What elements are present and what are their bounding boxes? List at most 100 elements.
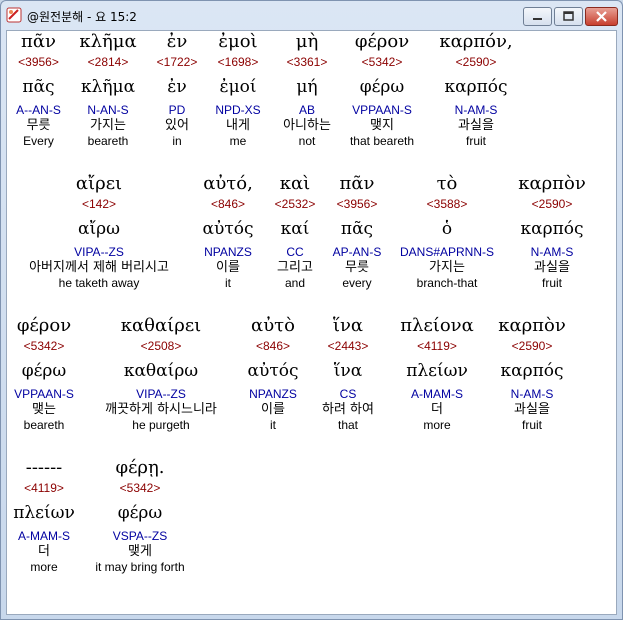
parse-code: VSPA--ZS bbox=[112, 529, 168, 543]
korean-gloss: 하려 하여 bbox=[322, 402, 374, 417]
parse-code: A-MAM-S bbox=[411, 387, 463, 401]
greek-word: καρπὸν bbox=[518, 173, 586, 194]
minimize-button[interactable] bbox=[523, 7, 552, 26]
word-block[interactable]: αὐτὸ <846> αὐτός NPANZS 이를 it bbox=[242, 315, 304, 432]
lemma: καρπός bbox=[444, 77, 508, 97]
greek-word: τὸ bbox=[436, 173, 458, 194]
english-gloss: he taketh away bbox=[58, 276, 140, 290]
word-block[interactable]: ἐμοὶ <1698> ἐμοί NPD-XS 내게 me bbox=[208, 31, 268, 148]
strong-number: <5342> bbox=[119, 481, 161, 495]
english-gloss: more bbox=[423, 418, 451, 432]
parse-code: AP-AN-S bbox=[332, 245, 382, 259]
greek-word: κλῆμα bbox=[79, 31, 137, 52]
lemma: φέρω bbox=[117, 503, 163, 523]
strong-number: <2532> bbox=[274, 197, 316, 211]
english-gloss: in bbox=[172, 134, 182, 148]
greek-word: αὐτό, bbox=[203, 173, 253, 194]
greek-word: φέρον bbox=[16, 315, 72, 336]
lemma: καί bbox=[280, 219, 310, 239]
english-gloss: beareth bbox=[23, 418, 65, 432]
word-block[interactable]: καρπόν, <2590> καρπός N-AM-S 과실을 fruit bbox=[431, 31, 521, 148]
close-button[interactable] bbox=[585, 7, 618, 26]
strong-number: <5342> bbox=[23, 339, 65, 353]
minimize-icon bbox=[533, 18, 542, 20]
english-gloss: that beareth bbox=[349, 134, 415, 148]
english-gloss: Every bbox=[23, 134, 54, 148]
parse-code: N-AM-S bbox=[454, 103, 498, 117]
word-block[interactable]: πλείονα <4119> πλείων A-MAM-S 더 more bbox=[391, 315, 483, 432]
strong-number: <2590> bbox=[511, 339, 553, 353]
korean-gloss: 무릇 bbox=[26, 118, 51, 133]
english-gloss: he purgeth bbox=[132, 418, 190, 432]
analysis-panel: πᾶν <3956> πᾶς A--AN-S 무릇 Every κλῆμα <2… bbox=[6, 30, 617, 615]
word-block[interactable]: τὸ <3588> ὁ DANS#APRNN-S 가지는 branch-that bbox=[392, 173, 502, 290]
greek-word: αὐτὸ bbox=[251, 315, 295, 336]
lemma: καθαίρω bbox=[123, 361, 199, 381]
korean-gloss: 아니하는 bbox=[283, 118, 331, 133]
word-block[interactable]: καρπὸν <2590> καρπός N-AM-S 과실을 fruit bbox=[507, 173, 597, 290]
english-gloss: it bbox=[225, 276, 231, 290]
parse-code: N-AN-S bbox=[87, 103, 129, 117]
word-block[interactable]: φέρον <5342> φέρω VPPAAN-S 맺는 beareth bbox=[7, 315, 81, 432]
greek-word: ------ bbox=[25, 457, 63, 478]
korean-gloss: 이를 bbox=[261, 402, 285, 417]
word-block[interactable]: πᾶν <3956> πᾶς A--AN-S 무릇 Every bbox=[7, 31, 70, 174]
strong-number: <2814> bbox=[87, 55, 129, 69]
parse-code: VPPAAN-S bbox=[352, 103, 412, 117]
greek-word: καρπὸν bbox=[498, 315, 566, 336]
english-gloss: it bbox=[270, 418, 276, 432]
parse-code: PD bbox=[168, 103, 186, 117]
korean-gloss: 그리고 bbox=[277, 260, 313, 275]
word-block[interactable]: ἐν <1722> ἐν PD 있어 in bbox=[151, 31, 203, 148]
parse-code: VPPAAN-S bbox=[14, 387, 74, 401]
word-block[interactable]: μὴ <3361> μή AB 아니하는 not bbox=[273, 31, 341, 148]
lemma: αὐτός bbox=[247, 361, 299, 381]
maximize-button[interactable] bbox=[554, 7, 583, 26]
english-gloss: and bbox=[284, 276, 306, 290]
word-block[interactable]: αὐτό, <846> αὐτός NPANZS 이를 it bbox=[195, 173, 261, 290]
strong-number: <2508> bbox=[140, 339, 182, 353]
lemma: αἴρω bbox=[77, 219, 120, 239]
word-block[interactable]: αἴρει <142> αἴρω VIPA--ZS 아버지께서 제해 버리시고 … bbox=[9, 173, 189, 290]
word-block[interactable]: ------ <4119> πλείων A-MAM-S 더 more bbox=[7, 457, 81, 574]
maximize-icon bbox=[563, 11, 574, 21]
word-block[interactable]: καθαίρει <2508> καθαίρω VIPA--ZS 깨끗하게 하시… bbox=[91, 315, 231, 432]
lemma: πλείων bbox=[406, 361, 468, 381]
parse-code: A-MAM-S bbox=[18, 529, 70, 543]
lemma: ἵνα bbox=[333, 361, 363, 381]
lemma: καρπός bbox=[520, 219, 584, 239]
title-bar[interactable]: @원전분해 - 요 15:2 bbox=[1, 1, 622, 31]
parse-code: NPANZS bbox=[249, 387, 297, 401]
word-block[interactable]: πᾶν <3956> πᾶς AP-AN-S 무릇 every bbox=[327, 173, 387, 290]
strong-number: <3956> bbox=[18, 55, 59, 69]
word-block[interactable]: φέρον <5342> φέρω VPPAAN-S 맺지 that beare… bbox=[345, 31, 419, 148]
window-title: @원전분해 - 요 15:2 bbox=[27, 10, 137, 24]
lemma: ἐν bbox=[167, 77, 187, 97]
strong-number: <3956> bbox=[336, 197, 378, 211]
english-gloss: branch-that bbox=[416, 276, 478, 290]
english-gloss: fruit bbox=[521, 418, 542, 432]
english-gloss: fruit bbox=[541, 276, 562, 290]
strong-number: <142> bbox=[81, 197, 117, 211]
greek-word: μὴ bbox=[295, 31, 319, 52]
word-block[interactable]: κλῆμα <2814> κλῆμα N-AN-S 가지는 beareth bbox=[73, 31, 143, 148]
greek-word: πλείονα bbox=[400, 315, 474, 336]
korean-gloss: 과실을 bbox=[514, 402, 550, 417]
word-block[interactable]: καρπὸν <2590> καρπός N-AM-S 과실을 fruit bbox=[487, 315, 577, 432]
lemma: ὁ bbox=[441, 219, 453, 239]
greek-word: φέρον bbox=[354, 31, 410, 52]
parse-code: A--AN-S bbox=[16, 103, 61, 117]
strong-number: <4119> bbox=[24, 481, 64, 495]
lemma: φέρω bbox=[359, 77, 405, 97]
lemma: πᾶς bbox=[340, 219, 374, 239]
korean-gloss: 내게 bbox=[226, 118, 250, 133]
korean-gloss: 맺게 bbox=[128, 544, 152, 559]
word-block[interactable]: ἵνα <2443> ἵνα CS 하려 하여 that bbox=[311, 315, 385, 432]
english-gloss: me bbox=[229, 134, 247, 148]
word-block[interactable]: καὶ <2532> καί CC 그리고 and bbox=[266, 173, 324, 290]
word-block[interactable]: φέρῃ. <5342> φέρω VSPA--ZS 맺게 it may bri… bbox=[85, 457, 195, 574]
korean-gloss: 이를 bbox=[216, 260, 240, 275]
lemma: φέρω bbox=[21, 361, 67, 381]
parse-code: NPD-XS bbox=[215, 103, 261, 117]
strong-number: <2443> bbox=[327, 339, 369, 353]
